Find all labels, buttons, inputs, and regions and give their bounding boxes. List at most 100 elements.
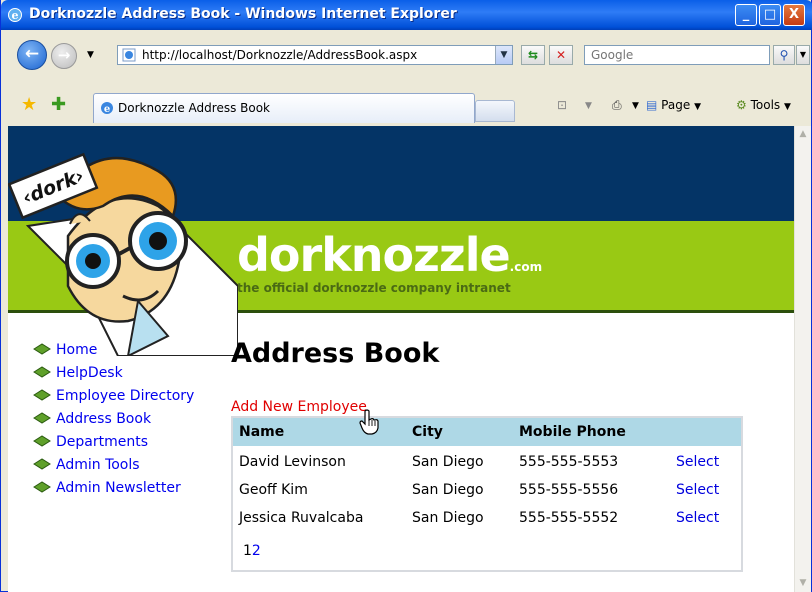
page-icon xyxy=(122,48,136,62)
ie-logo-icon: e xyxy=(8,8,22,22)
address-url: http://localhost/Dorknozzle/AddressBook.… xyxy=(142,48,418,62)
forward-arrow-icon: → xyxy=(57,46,71,64)
select-link[interactable]: Select xyxy=(676,510,719,526)
search-field[interactable] xyxy=(584,45,775,65)
svg-text:e: e xyxy=(12,9,19,22)
pager-next-page-link[interactable]: 2 xyxy=(252,543,261,559)
title-bar[interactable]: e Dorknozzle Address Book - Windows Inte… xyxy=(1,0,812,30)
search-button[interactable]: ⚲ xyxy=(773,45,795,65)
close-icon: X xyxy=(788,7,800,22)
address-book-grid: Name City Mobile Phone David Levinson Sa… xyxy=(231,416,743,572)
nav-label: Admin Tools xyxy=(56,457,140,473)
nav-label: Address Book xyxy=(56,411,152,427)
close-button[interactable]: X xyxy=(783,4,805,26)
refresh-icon: ⇆ xyxy=(527,48,539,62)
back-button[interactable]: ← xyxy=(17,40,47,70)
search-input[interactable] xyxy=(587,47,775,63)
column-header-city: City xyxy=(412,424,443,440)
nav-label: Admin Newsletter xyxy=(56,480,181,496)
add-new-employee-link[interactable]: Add New Employee xyxy=(231,399,367,415)
tools-menu-label: Tools xyxy=(750,98,781,112)
page-menu-icon: ▤ xyxy=(646,98,658,112)
nav-label: Employee Directory xyxy=(56,388,195,404)
refresh-button[interactable]: ⇆ xyxy=(521,45,545,65)
new-tab-button[interactable] xyxy=(475,100,515,122)
chevron-down-icon: ▼ xyxy=(694,102,701,112)
forward-button[interactable]: → xyxy=(51,43,77,69)
favorites-star-icon[interactable]: ★ xyxy=(21,94,37,115)
tab-label: Dorknozzle Address Book xyxy=(118,101,271,115)
svg-text:e: e xyxy=(104,104,110,115)
nav-label: Home xyxy=(56,342,98,358)
stop-button[interactable]: ✕ xyxy=(549,45,573,65)
pager-current-page: 1 xyxy=(243,543,252,559)
site-brand: dorknozzle.com xyxy=(237,232,542,278)
browser-window: e Dorknozzle Address Book - Windows Inte… xyxy=(0,0,812,592)
brand-suffix: .com xyxy=(509,260,543,274)
gear-icon: ⚙ xyxy=(736,98,747,112)
grid-header-row: Name City Mobile Phone xyxy=(233,418,741,446)
add-favorites-icon[interactable]: ✚ xyxy=(51,94,66,115)
nav-bullet-icon xyxy=(33,435,51,447)
nav-label: Departments xyxy=(56,434,149,450)
window-title: Dorknozzle Address Book - Windows Intern… xyxy=(29,6,457,22)
minimize-button[interactable]: _ xyxy=(735,4,757,26)
nav-bullet-icon xyxy=(33,412,51,424)
cell-phone: 555-555-5553 xyxy=(519,454,619,470)
nav-bullet-icon xyxy=(33,366,51,378)
cell-city: San Diego xyxy=(412,454,484,470)
table-row: David Levinson San Diego 555-555-5553 Se… xyxy=(233,448,741,476)
select-link[interactable]: Select xyxy=(676,454,719,470)
nav-bullet-icon xyxy=(33,481,51,493)
chevron-down-icon: ▼ xyxy=(799,50,807,59)
cell-city: San Diego xyxy=(412,482,484,498)
nav-bullet-icon xyxy=(33,389,51,401)
cell-name: Jessica Ruvalcaba xyxy=(239,510,364,526)
chevron-down-icon: ▼ xyxy=(783,102,791,112)
feeds-dropdown-icon[interactable]: ▼ xyxy=(585,101,592,111)
history-dropdown-icon[interactable]: ▼ xyxy=(87,50,94,60)
table-row: Jessica Ruvalcaba San Diego 555-555-5552… xyxy=(233,504,741,532)
cell-city: San Diego xyxy=(412,510,484,526)
page-menu[interactable]: ▤ Page ▼ xyxy=(646,98,701,112)
tab-address-book[interactable]: e Dorknozzle Address Book xyxy=(93,93,475,123)
command-bar: ★ ✚ e Dorknozzle Address Book ⊡ ▼ ⎙ ▼ ▤ … xyxy=(1,86,811,126)
select-link[interactable]: Select xyxy=(676,482,719,498)
site-tagline: the official dorknozzle company intranet xyxy=(237,281,511,295)
pager: 12 xyxy=(243,543,261,559)
print-dropdown-icon[interactable]: ▼ xyxy=(632,101,639,111)
minimize-icon: _ xyxy=(742,7,750,22)
nav-bullet-icon xyxy=(33,458,51,470)
print-icon[interactable]: ⎙ xyxy=(612,98,622,113)
maximize-button[interactable]: □ xyxy=(759,4,781,26)
cell-name: David Levinson xyxy=(239,454,346,470)
address-field[interactable]: http://localhost/Dorknozzle/AddressBook.… xyxy=(117,45,513,65)
search-options-button[interactable]: ▼ xyxy=(796,45,810,65)
scroll-up-icon[interactable]: ▲ xyxy=(795,126,811,143)
back-arrow-icon: ← xyxy=(24,44,40,64)
maximize-icon: □ xyxy=(763,7,777,22)
dork-mascot-logo: ‹dork› xyxy=(8,152,238,356)
page-menu-label: Page xyxy=(661,98,691,112)
address-dropdown-icon[interactable]: ▼ xyxy=(495,46,512,64)
search-icon: ⚲ xyxy=(779,48,789,62)
nav-label: HelpDesk xyxy=(56,365,123,381)
table-row: Geoff Kim San Diego 555-555-5556 Select xyxy=(233,476,741,504)
ie-page-icon: e xyxy=(101,102,113,115)
feeds-icon[interactable]: ⊡ xyxy=(557,98,567,112)
stop-icon: ✕ xyxy=(555,48,567,62)
page-content[interactable]: dorknozzle.com the official dorknozzle c… xyxy=(8,126,794,592)
hand-cursor-icon xyxy=(359,409,379,435)
column-header-mobile-phone: Mobile Phone xyxy=(519,424,626,440)
scroll-down-icon[interactable]: ▼ xyxy=(795,575,811,592)
nav-bullet-icon xyxy=(33,343,51,355)
cell-name: Geoff Kim xyxy=(239,482,308,498)
vertical-scrollbar[interactable]: ▲ ▼ xyxy=(794,126,811,592)
address-toolbar: ← → ▼ http://localhost/Dorknozzle/Addres… xyxy=(1,30,811,86)
page-title: Address Book xyxy=(231,338,440,369)
cell-phone: 555-555-5552 xyxy=(519,510,619,526)
brand-name: dorknozzle xyxy=(237,228,511,282)
tools-menu[interactable]: ⚙ Tools ▼ xyxy=(736,98,791,112)
cell-phone: 555-555-5556 xyxy=(519,482,619,498)
column-header-name: Name xyxy=(239,424,285,440)
